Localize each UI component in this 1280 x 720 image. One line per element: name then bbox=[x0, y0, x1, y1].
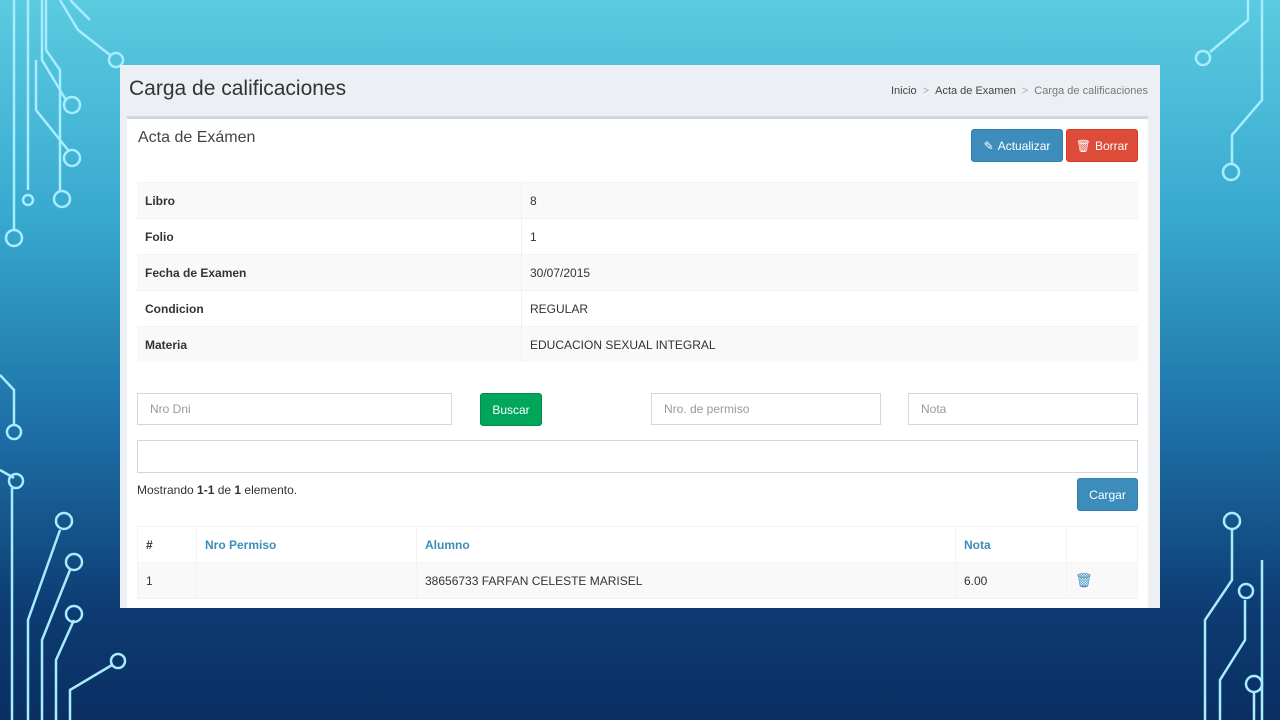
detail-row: Libro 8 bbox=[137, 182, 1138, 219]
trash-icon[interactable]: 🗑 bbox=[1075, 572, 1093, 588]
column-header-index: # bbox=[137, 526, 197, 563]
dni-input[interactable]: Nro Dni bbox=[137, 393, 452, 425]
detail-row: Condicion REGULAR bbox=[137, 290, 1138, 327]
update-button-label: Actualizar bbox=[997, 138, 1051, 153]
detail-value: EDUCACION SEXUAL INTEGRAL bbox=[521, 326, 1138, 362]
detail-value: 1 bbox=[521, 218, 1138, 255]
trash-icon: 🗑 bbox=[1075, 138, 1091, 153]
grade-input[interactable]: Nota bbox=[908, 393, 1138, 425]
summary-range: 1-1 bbox=[197, 483, 215, 497]
page-title: Carga de calificaciones bbox=[129, 77, 347, 100]
delete-button[interactable]: 🗑 Borrar bbox=[1066, 129, 1138, 162]
detail-label: Libro bbox=[137, 182, 522, 219]
column-header-grade[interactable]: Nota bbox=[955, 526, 1067, 563]
detail-row: Folio 1 bbox=[137, 218, 1138, 255]
detail-row: Fecha de Examen 30/07/2015 bbox=[137, 254, 1138, 291]
breadcrumb-separator: > bbox=[922, 85, 930, 97]
column-header-permit[interactable]: Nro Permiso bbox=[196, 526, 417, 563]
update-button[interactable]: ✎ Actualizar bbox=[971, 129, 1063, 162]
permit-number-input[interactable]: Nro. de permiso bbox=[651, 393, 881, 425]
load-button[interactable]: Cargar bbox=[1077, 478, 1138, 511]
column-header-student[interactable]: Alumno bbox=[416, 526, 956, 563]
breadcrumb-current: Carga de calificaciones bbox=[1034, 85, 1148, 97]
detail-label: Materia bbox=[137, 326, 522, 362]
row-permit bbox=[196, 562, 417, 599]
exam-record-box: Acta de Exámen ✎ Actualizar 🗑 Borrar Lib… bbox=[127, 116, 1148, 608]
detail-label: Condicion bbox=[137, 290, 522, 327]
breadcrumb: Inicio > Acta de Examen > Carga de calificac… bbox=[891, 85, 1148, 97]
breadcrumb-separator: > bbox=[1021, 85, 1029, 97]
table-header-row: # Nro Permiso Alumno Nota bbox=[137, 526, 1138, 563]
row-index: 1 bbox=[137, 562, 197, 599]
box-title: Acta de Exámen bbox=[138, 129, 256, 146]
app-window: Carga de calificaciones Inicio > Acta de E… bbox=[120, 65, 1160, 608]
detail-row: Materia EDUCACION SEXUAL INTEGRAL bbox=[137, 326, 1138, 362]
column-header-actions bbox=[1066, 526, 1138, 563]
breadcrumb-home-link[interactable]: Inicio bbox=[891, 85, 917, 97]
delete-button-label: Borrar bbox=[1094, 138, 1129, 153]
grades-table: # Nro Permiso Alumno Nota 1 38656733 FAR… bbox=[137, 526, 1138, 599]
detail-value: REGULAR bbox=[521, 290, 1138, 327]
pencil-icon: ✎ bbox=[983, 138, 994, 153]
detail-label: Folio bbox=[137, 218, 522, 255]
summary-text: elemento. bbox=[241, 483, 298, 497]
row-grade: 6.00 bbox=[955, 562, 1067, 599]
row-student: 38656733 FARFAN CELESTE MARISEL bbox=[416, 562, 956, 599]
summary-text: de bbox=[214, 483, 235, 497]
summary-text: Mostrando bbox=[137, 483, 198, 497]
results-summary: Mostrando 1-1 de 1 elemento. bbox=[137, 483, 297, 497]
exam-detail-table: Libro 8 Folio 1 Fecha de Examen 30/07/20… bbox=[137, 182, 1138, 362]
breadcrumb-acta-link[interactable]: Acta de Examen bbox=[935, 85, 1016, 97]
row-actions: 🗑 bbox=[1066, 562, 1138, 599]
student-field[interactable] bbox=[137, 440, 1138, 473]
search-button[interactable]: Buscar bbox=[480, 393, 542, 426]
detail-label: Fecha de Examen bbox=[137, 254, 522, 291]
table-row: 1 38656733 FARFAN CELESTE MARISEL 6.00 🗑 bbox=[137, 562, 1138, 599]
detail-value: 30/07/2015 bbox=[521, 254, 1138, 291]
detail-value: 8 bbox=[521, 182, 1138, 219]
